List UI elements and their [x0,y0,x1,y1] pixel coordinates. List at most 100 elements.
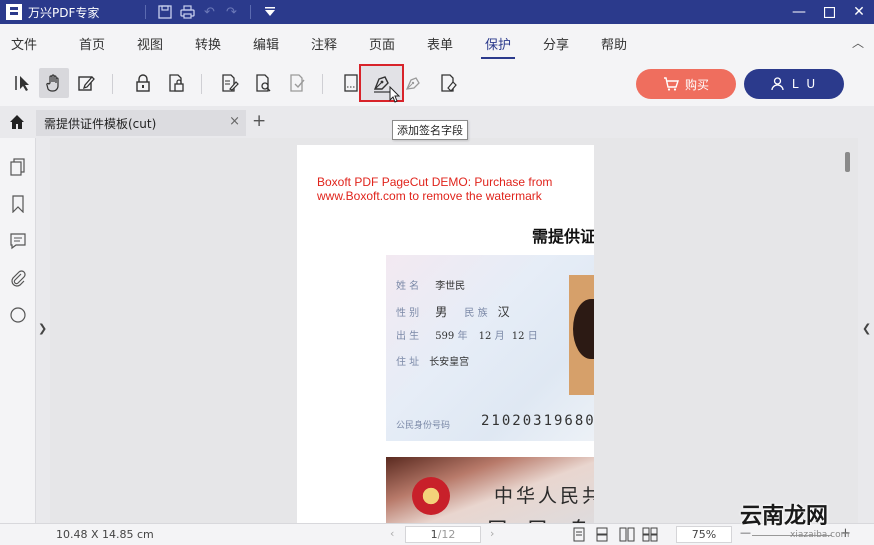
menu-share[interactable]: 分享 [543,34,569,53]
vertical-scrollbar[interactable] [845,152,850,172]
sex-label: 性 别 [396,308,420,319]
redo-icon[interactable]: ↷ [220,2,242,22]
attachment-icon[interactable] [9,269,27,287]
cart-icon [663,77,679,91]
clear-signature-icon[interactable] [433,68,463,98]
watermark-line-1: Boxoft PDF PageCut DEMO: Purchase from [317,175,553,189]
bookmark-icon[interactable] [9,195,27,214]
divider [145,5,147,19]
next-page-icon[interactable]: › [490,527,494,540]
buy-button-label: 购买 [684,77,709,92]
buy-button[interactable]: 购买 [636,69,736,99]
zoom-level-input[interactable]: 75% [676,526,732,543]
menu-file[interactable]: 文件 [11,34,37,53]
search-icon[interactable] [9,306,27,324]
toolbar: 购买 L U [0,60,874,106]
name-label: 姓 名 [396,281,420,292]
thumbnails-icon[interactable] [9,158,27,176]
document-tab[interactable]: 需提供证件模板(cut) × [36,110,246,136]
id-photo [569,275,594,395]
sex-value: 男 [435,305,448,319]
menu-page[interactable]: 页面 [369,34,395,53]
page-number-input[interactable]: 1/12 [405,526,481,543]
window-controls: — ✕ [784,0,874,24]
menu-convert[interactable]: 转换 [195,34,221,53]
month-unit: 月 [494,331,505,342]
day-unit: 日 [527,331,538,342]
document-tab-label: 需提供证件模板(cut) [44,116,157,131]
id-number-label: 公民身份号码 [396,421,451,431]
id-back-line-2: 居 民 身 [486,513,594,523]
total-pages: /12 [437,528,456,541]
name-value: 李世民 [435,281,466,292]
search-redact-icon[interactable] [248,68,278,98]
user-account-button[interactable]: L U [744,69,844,99]
current-page: 1 [430,528,438,541]
birth-day: 12 [511,331,525,342]
single-page-view-icon[interactable] [572,527,588,542]
expand-panel-icon[interactable]: ❯ [38,322,47,335]
site-watermark: 云南龙网 [740,504,829,529]
comment-icon[interactable] [9,232,27,250]
national-emblem [412,477,450,515]
edit-icon[interactable] [71,68,101,98]
close-icon[interactable]: ✕ [844,0,874,24]
password-lock-icon[interactable] [161,68,191,98]
app-title: 万兴PDF专家 [28,5,100,20]
birth-month: 12 [478,331,492,342]
menu-view[interactable]: 视图 [137,34,163,53]
document-canvas[interactable]: Boxoft PDF PageCut DEMO: Purchase from w… [50,138,858,523]
left-sidebar [0,138,36,523]
add-signature-field-button[interactable] [359,64,404,103]
select-icon[interactable] [8,68,38,98]
user-button-label: L U [791,77,818,91]
continuous-view-icon[interactable] [595,527,611,542]
add-tab-icon[interactable]: + [252,111,266,131]
demo-watermark: Boxoft PDF PageCut DEMO: Purchase from w… [317,175,552,203]
divider [250,5,252,19]
maximize-icon[interactable] [814,0,844,24]
close-tab-icon[interactable]: × [229,114,240,129]
minimize-icon[interactable]: — [784,0,814,24]
id-card-back-image: 中华人民共 居 民 身 [386,457,594,523]
sign-pen-icon[interactable] [399,68,429,98]
menu-protect[interactable]: 保护 [480,34,516,59]
menu-form[interactable]: 表单 [427,34,453,53]
menu-help[interactable]: 帮助 [601,34,627,53]
year-unit: 年 [457,331,468,342]
id-number: 21020319680 [481,413,594,429]
address-value: 长安皇宫 [429,357,470,368]
menu-edit[interactable]: 编辑 [253,34,279,53]
lock-icon[interactable] [128,68,158,98]
save-icon[interactable] [154,2,176,22]
redact-icon[interactable] [214,68,244,98]
divider [112,74,113,94]
tooltip: 添加签名字段 [392,120,468,140]
grid-view-icon[interactable] [642,527,658,542]
document-heading: 需提供证 [532,227,594,246]
watermark-line-2: www.Boxoft.com to remove the watermark [317,189,542,203]
page-size: 10.48 X 14.85 cm [56,528,154,541]
app-logo [6,4,22,20]
home-icon[interactable] [8,113,26,131]
hand-icon[interactable] [39,68,69,98]
user-icon [771,77,784,91]
divider [322,74,323,94]
apply-redact-icon[interactable] [282,68,312,98]
undo-icon[interactable]: ↶ [198,2,220,22]
id-card-front-image: 姓 名 李世民 性 别 男 民 族汉 出 生 599 年 12 月 12 日 住 址长… [386,255,594,441]
collapse-right-panel-icon[interactable]: ❮ [862,322,871,335]
print-icon[interactable] [176,2,198,22]
menu-comment[interactable]: 注释 [311,34,337,53]
prev-page-icon[interactable]: ‹ [390,527,394,540]
ethnic-value: 汉 [497,305,510,319]
id-back-line-1: 中华人民共 [494,485,594,507]
menu-bar: 文件 首页 视图 转换 编辑 注释 页面 表单 保护 分享 帮助 ︿ [0,24,874,60]
site-watermark-url: xiazaiba.com [790,530,850,540]
pdf-page: Boxoft PDF PageCut DEMO: Purchase from w… [297,145,594,523]
quick-access-dropdown-icon[interactable] [259,2,281,22]
collapse-ribbon-icon[interactable]: ︿ [852,34,864,51]
two-page-view-icon[interactable] [619,527,635,542]
ethnic-label: 民 族 [464,308,488,319]
menu-home[interactable]: 首页 [79,34,105,53]
